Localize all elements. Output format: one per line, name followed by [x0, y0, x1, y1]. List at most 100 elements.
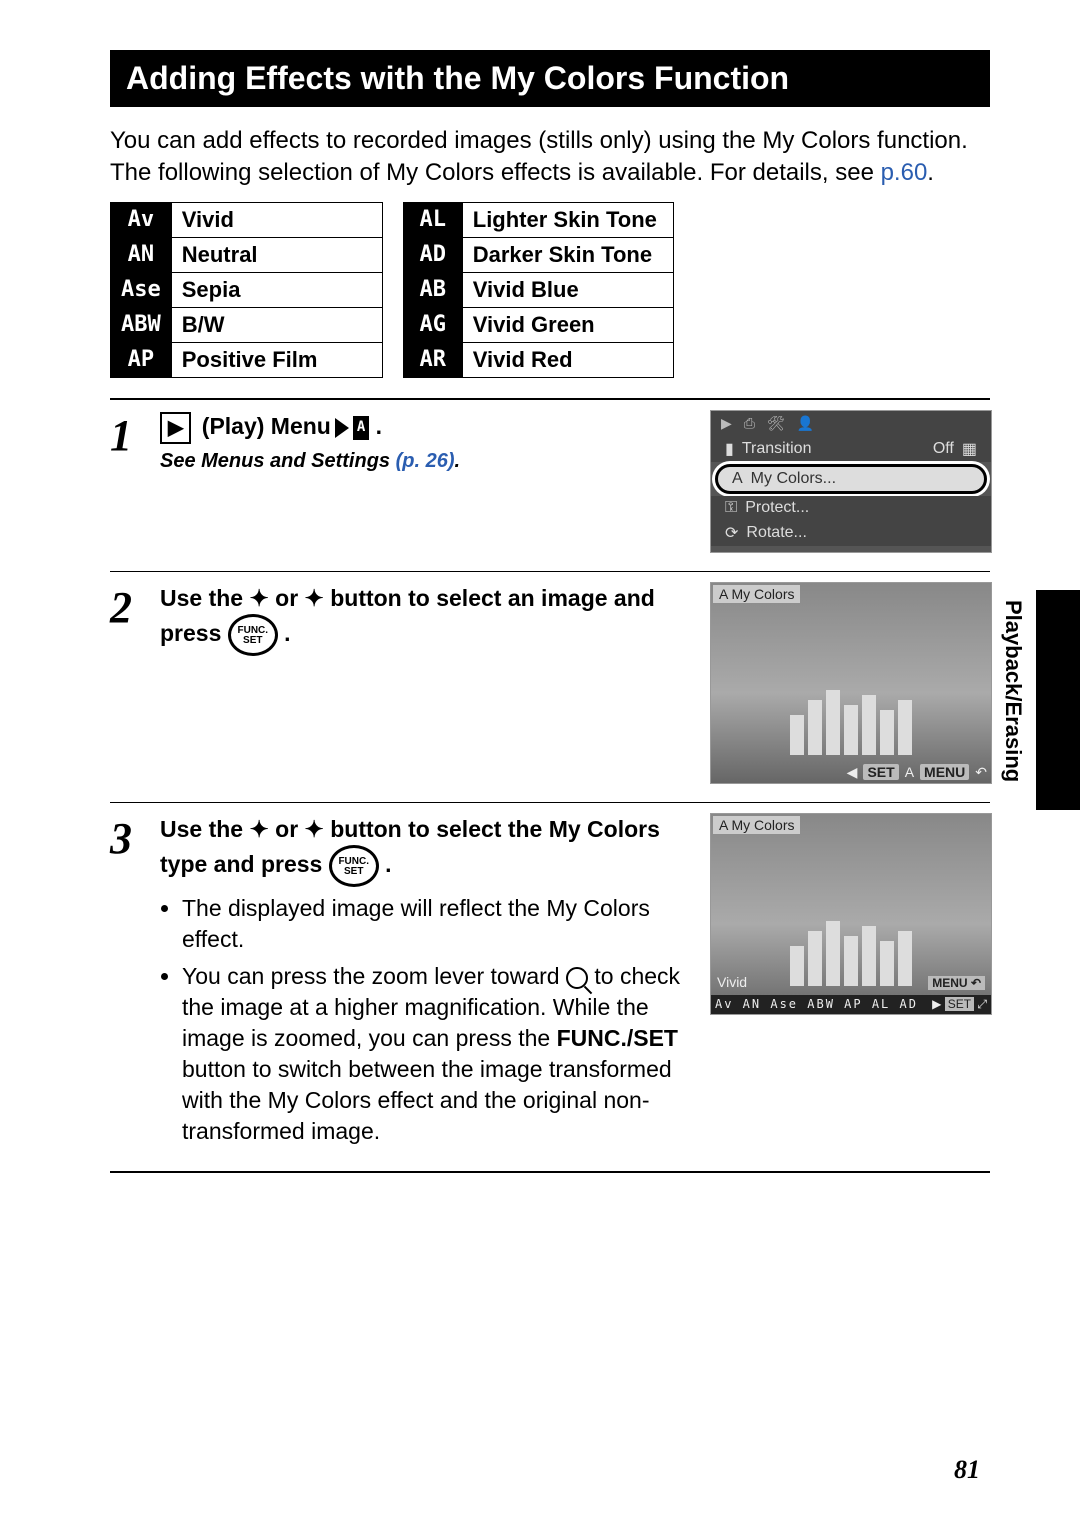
step3-bullets: The displayed image will reflect the My … [160, 893, 690, 1147]
effect-label: Neutral [171, 237, 382, 272]
menu-row-transition: ▮ Transition Off ▦ [711, 436, 991, 462]
right-group: ▶ SET ⤢ [932, 997, 987, 1012]
h2a: Use the [160, 585, 249, 611]
step1-sub-post: . [455, 450, 461, 472]
table-row: ADDarker Skin Tone [403, 237, 673, 272]
table-row: AseSepia [111, 272, 383, 307]
effect-label: Vivid Blue [462, 272, 673, 307]
table-row: AGVivid Green [403, 307, 673, 342]
intro-part1: You can add effects to recorded images (… [110, 127, 968, 186]
rotate-icon: ⟳ [725, 523, 738, 543]
step1-screenshot: ▶ ⎙ 🛠 👤 ▮ Transition Off ▦ [710, 410, 990, 553]
effect-label: Lighter Skin Tone [462, 202, 673, 237]
table-row: APPositive Film [111, 342, 383, 377]
screen-top-label: A My Colors [713, 816, 800, 834]
effect-label: Vivid Red [462, 342, 673, 377]
effects-table-left: AvVivid ANNeutral AseSepia ABWB/W APPosi… [110, 202, 383, 378]
page-number: 81 [954, 1455, 980, 1485]
menu-label: Rotate... [746, 524, 806, 542]
h3b: or [275, 816, 304, 842]
page: Adding Effects with the My Colors Functi… [0, 0, 1080, 1213]
effect-label: Darker Skin Tone [462, 237, 673, 272]
screen-top-label: A My Colors [713, 585, 800, 603]
screen-bottom-bar: ◀ SET A MENU ↶ [847, 764, 987, 781]
table-row: ANNeutral [111, 237, 383, 272]
func-set-button-icon: FUNC. SET [329, 845, 379, 887]
tab-tools-icon: 🛠 [767, 415, 785, 432]
intro-part2: . [927, 159, 934, 186]
step1-heading-text: (Play) Menu [202, 413, 331, 439]
screen-bottom-strip: Av AN Ase ABW AP AL AD ▶ SET ⤢ [711, 995, 991, 1014]
step1-sub-pre: See Menus and Settings [160, 450, 396, 472]
step-number: 1 [110, 410, 160, 553]
menu-row-rotate: ⟳ Rotate... [711, 520, 991, 546]
effect-icon: AP [111, 342, 172, 377]
menu-label: Protect... [745, 499, 809, 517]
effects-table-right: ALLighter Skin Tone ADDarker Skin Tone A… [403, 202, 674, 378]
effect-label: Vivid [171, 202, 382, 237]
effect-icon: ABW [111, 307, 172, 342]
step3-screenshot: A My Colors Vivid MENU ↶ Av AN Ase ABW A… [710, 813, 990, 1154]
table-row: ABVivid Blue [403, 272, 673, 307]
intro-link[interactable]: p.60 [881, 159, 928, 186]
bullet-2: You can press the zoom lever toward to c… [182, 961, 690, 1147]
effects-tables: AvVivid ANNeutral AseSepia ABWB/W APPosi… [110, 202, 990, 378]
table-row: AvVivid [111, 202, 383, 237]
label-icon: A [719, 586, 728, 602]
label-text: My Colors [731, 586, 794, 602]
effect-icon: AB [403, 272, 462, 307]
step3-heading: Use the ✦ or ✦ button to select the My C… [160, 813, 690, 887]
label-text: My Colors [731, 817, 794, 833]
step-2: 2 Use the ✦ or ✦ button to select an ima… [110, 572, 990, 803]
menu-row-protect: ⚿ Protect... [711, 496, 991, 520]
step-1: 1 ▶ (Play) Menu A . See Menus and Setting… [110, 400, 990, 572]
menu-label: Transition [742, 440, 812, 458]
table-row: ABWB/W [111, 307, 383, 342]
h2d: . [284, 620, 290, 646]
transition-icon: ▮ [725, 439, 734, 459]
step1-sub: See Menus and Settings (p. 26). [160, 450, 690, 473]
effect-icons-strip: Av AN Ase ABW AP AL AD [715, 997, 918, 1011]
h2b: or [275, 585, 304, 611]
effect-icon: Ase [111, 272, 172, 307]
arrow-left-icon: ✦ [249, 813, 268, 845]
effect-label: Positive Film [171, 342, 382, 377]
menu-value: Off [933, 440, 954, 458]
table-row: ALLighter Skin Tone [403, 202, 673, 237]
intro-text: You can add effects to recorded images (… [110, 125, 990, 190]
set-button: SET [863, 764, 898, 780]
arrow-right-icon: ✦ [305, 582, 324, 614]
step2-screenshot: A My Colors ◀ SET A MENU ↶ [710, 582, 990, 784]
mycolors-icon: A [353, 416, 369, 440]
b2bold: FUNC./SET [557, 1025, 678, 1051]
step2-heading: Use the ✦ or ✦ button to select an image… [160, 582, 690, 656]
steps: 1 ▶ (Play) Menu A . See Menus and Setting… [110, 398, 990, 1174]
step-number: 3 [110, 813, 160, 1154]
set-badge: SET [945, 997, 974, 1011]
triangle-right-icon [335, 418, 349, 438]
undo-icon: ↶ [975, 764, 987, 781]
step1-heading: ▶ (Play) MenuA . [160, 410, 690, 444]
menu-tabs: ▶ ⎙ 🛠 👤 [711, 411, 991, 436]
grid-icon: ▦ [962, 439, 977, 459]
effect-label: Sepia [171, 272, 382, 307]
magnify-icon [566, 967, 588, 989]
effect-name: Vivid [717, 974, 747, 990]
play-icon: ▶ [160, 412, 191, 444]
effect-icon: AR [403, 342, 462, 377]
menu-button: MENU [920, 764, 969, 780]
effect-icon: AN [111, 237, 172, 272]
func-set-button-icon: FUNC. SET [228, 614, 278, 656]
city-graphic [711, 685, 991, 755]
tab-print-icon: ⎙ [744, 415, 755, 432]
step1-sub-link[interactable]: (p. 26) [396, 450, 455, 472]
arrow-left-icon: ✦ [249, 582, 268, 614]
arrow-left-icon: ◀ [847, 764, 858, 781]
h3a: Use the [160, 816, 249, 842]
bullet-1: The displayed image will reflect the My … [182, 893, 690, 955]
h3d: . [385, 851, 391, 877]
label-icon: A [719, 817, 728, 833]
tab-play-icon: ▶ [721, 415, 732, 432]
menu-text: MENU [932, 976, 967, 990]
b2c: button to switch between the image trans… [182, 1056, 672, 1144]
